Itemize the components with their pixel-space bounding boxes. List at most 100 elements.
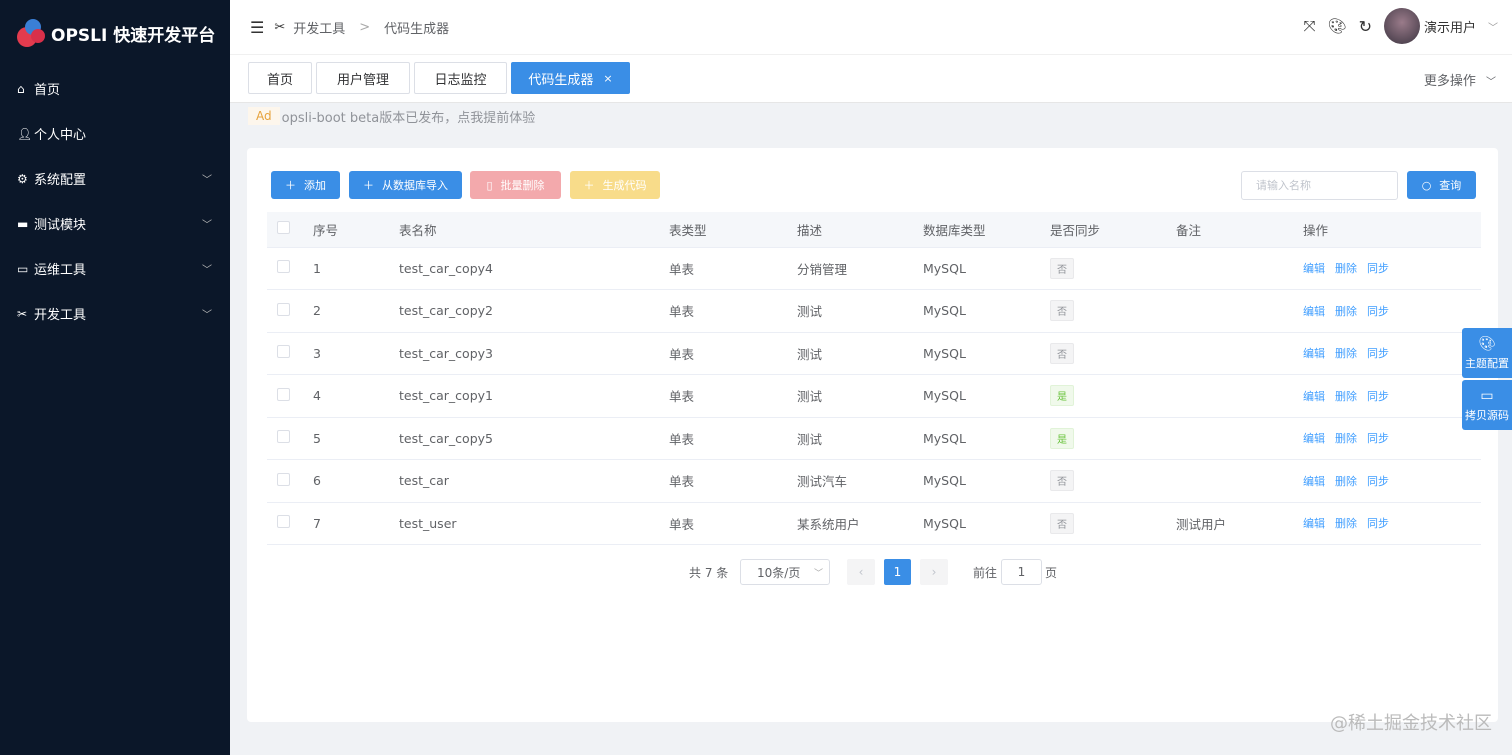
sidebar-item[interactable]: ▬ 测试模块 ﹀ [0,201,230,246]
cell-remark [1176,417,1303,460]
sync-link[interactable]: 同步 [1367,432,1389,445]
delete-link[interactable]: 删除 [1335,475,1357,488]
edit-link[interactable]: 编辑 [1303,432,1325,445]
chevron-down-icon: ﹀ [1486,77,1496,88]
fullscreen-icon[interactable]: ⤧ [1304,17,1316,35]
cell-description: 测试 [797,417,923,460]
delete-link[interactable]: 删除 [1335,347,1357,360]
copy-source-button[interactable]: ▭ 拷贝源码 [1462,380,1512,430]
generate-code-button[interactable]: ＋ 生成代码 [570,171,660,199]
tab-home[interactable]: 首页 [248,62,312,94]
row-checkbox[interactable] [277,472,290,486]
tab-code-generator[interactable]: 代码生成器 × [511,62,630,94]
sidebar-item[interactable]: ✂ 开发工具 ﹀ [0,291,230,336]
add-button[interactable]: ＋ 添加 [271,171,340,199]
column-header: 表类型 [669,212,797,248]
sync-link[interactable]: 同步 [1367,517,1389,530]
delete-link[interactable]: 删除 [1335,305,1357,318]
tools-icon: ✂ [274,19,286,35]
breadcrumb: ✂ 开发工具 > 代码生成器 [274,18,449,37]
tab-bar: 首页 用户管理 日志监控 代码生成器 × 更多操作 ﹀ [230,55,1512,103]
cell-table-type: 单表 [669,247,797,290]
page-size-value: 10条/页 [757,565,801,580]
column-header: 序号 [313,212,399,248]
sidebar-item[interactable]: 👤︎ 个人中心 [0,111,230,156]
edit-link[interactable]: 编辑 [1303,517,1325,530]
cell-table-type: 单表 [669,374,797,418]
edit-link[interactable]: 编辑 [1303,347,1325,360]
tab-logs[interactable]: 日志监控 [414,62,507,94]
close-icon[interactable]: × [603,72,612,85]
cell-db-type: MySQL [923,459,1050,503]
ad-text[interactable]: opsli-boot beta版本已发布，点我提前体验 [282,107,536,126]
import-button[interactable]: ＋ 从数据库导入 [349,171,462,199]
total-count: 共 7 条 [689,565,729,580]
search-icon: ○ [1421,178,1432,192]
search-button[interactable]: ○ 查询 [1407,171,1476,199]
edit-link[interactable]: 编辑 [1303,390,1325,403]
row-checkbox[interactable] [277,515,290,529]
sync-status-tag: 否 [1050,342,1074,364]
cell-remark [1176,289,1303,333]
pagination: 共 7 条 10条/页 ﹀ ‹ 1 › 前往 1 页 [247,559,1498,585]
edit-link[interactable]: 编辑 [1303,262,1325,275]
edit-link[interactable]: 编辑 [1303,475,1325,488]
row-checkbox[interactable] [277,387,290,401]
sidebar-item-label: 运维工具 [34,263,87,278]
cell-no: 4 [313,374,399,418]
logo-icon [17,19,45,47]
sidebar-item[interactable]: ⚙ 系统配置 ﹀ [0,156,230,201]
next-page-button[interactable]: › [920,559,948,585]
row-checkbox[interactable] [277,260,290,274]
gear-icon: ⚙ [17,171,28,186]
menu-toggle-icon[interactable]: ☰ [250,18,264,37]
sync-link[interactable]: 同步 [1367,475,1389,488]
delete-link[interactable]: 删除 [1335,432,1357,445]
sync-link[interactable]: 同步 [1367,347,1389,360]
sidebar-item[interactable]: ⌂ 首页 [0,66,230,111]
cell-db-type: MySQL [923,374,1050,418]
delete-link[interactable]: 删除 [1335,390,1357,403]
column-header: 是否同步 [1050,212,1176,248]
sync-link[interactable]: 同步 [1367,262,1389,275]
more-actions-label: 更多操作 [1423,74,1476,89]
cell-description: 测试 [797,289,923,333]
palette-icon[interactable]: 🎨︎ [1328,17,1347,35]
cell-table-type: 单表 [669,502,797,545]
avatar[interactable] [1383,8,1420,44]
more-actions-dropdown[interactable]: 更多操作 ﹀ [1424,70,1496,89]
cell-no: 6 [313,459,399,503]
theme-config-label: 主题配置 [1465,356,1509,370]
goto-page-input[interactable]: 1 [1001,559,1042,585]
trash-icon: ▯ [486,178,493,192]
search-input[interactable] [1241,171,1398,200]
batch-delete-label: 批量删除 [500,179,545,192]
row-checkbox[interactable] [277,302,290,316]
cell-remark [1176,247,1303,290]
breadcrumb-item[interactable]: 开发工具 [293,18,345,37]
row-checkbox[interactable] [277,430,290,444]
page-size-select[interactable]: 10条/页 ﹀ [740,559,830,585]
user-name[interactable]: 演示用户 [1424,17,1476,36]
prev-page-button[interactable]: ‹ [847,559,875,585]
chevron-down-icon[interactable]: ﹀ [1488,19,1498,34]
ad-banner[interactable]: Ad opsli-boot beta版本已发布，点我提前体验 [248,105,535,127]
header: ☰ ✂ 开发工具 > 代码生成器 ⤧ 🎨︎ ↻ 演示用户 ﹀ [230,0,1512,55]
sync-link[interactable]: 同步 [1367,305,1389,318]
row-checkbox[interactable] [277,345,290,359]
cell-description: 测试汽车 [797,459,923,503]
select-all-checkbox[interactable] [277,221,290,235]
edit-link[interactable]: 编辑 [1303,305,1325,318]
batch-delete-button[interactable]: ▯ 批量删除 [470,171,561,199]
sidebar-item[interactable]: ▭ 运维工具 ﹀ [0,246,230,291]
refresh-icon[interactable]: ↻ [1359,17,1372,36]
page-1-button[interactable]: 1 [884,559,911,585]
sync-link[interactable]: 同步 [1367,390,1389,403]
theme-config-button[interactable]: 🎨︎ 主题配置 [1462,328,1512,378]
cell-no: 2 [313,289,399,333]
cell-db-type: MySQL [923,247,1050,290]
delete-link[interactable]: 删除 [1335,262,1357,275]
tab-users[interactable]: 用户管理 [316,62,410,94]
cell-table-name: test_car_copy3 [399,332,669,375]
delete-link[interactable]: 删除 [1335,517,1357,530]
